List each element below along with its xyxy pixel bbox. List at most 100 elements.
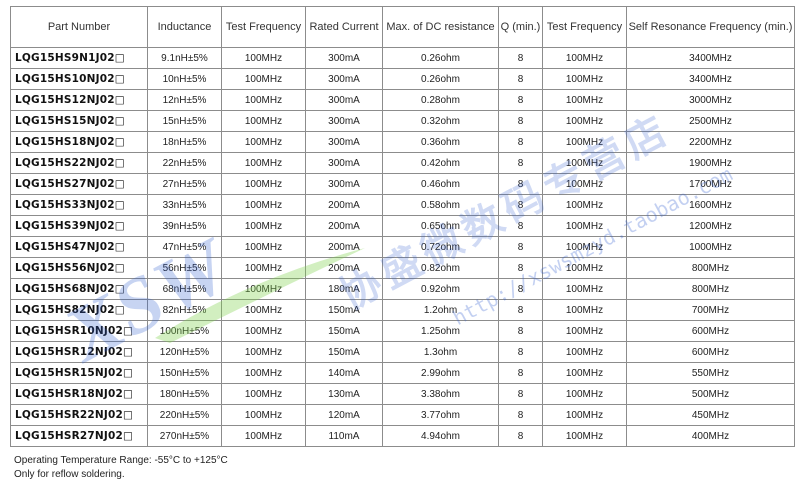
table-cell: 1.25ohm: [382, 320, 499, 342]
part-number-cell: LQG15HS68NJ02□: [10, 278, 148, 300]
part-number-cell: LQG15HS47NJ02□: [10, 236, 148, 258]
table-cell: 100MHz: [542, 425, 627, 447]
table-cell: 100MHz: [542, 236, 627, 258]
table-cell: 270nH±5%: [147, 425, 222, 447]
table-cell: 1200MHz: [626, 215, 795, 237]
table-cell: 0.58ohm: [382, 194, 499, 216]
table-cell: 100MHz: [221, 425, 306, 447]
part-number-cell: LQG15HS22NJ02□: [10, 152, 148, 174]
table-row: LQG15HS22NJ02□ 22nH±5% 100MHz 300mA 0.42ohm 8…: [10, 152, 795, 174]
table-cell: 500MHz: [626, 383, 795, 405]
table-row: LQG15HS15NJ02□ 15nH±5% 100MHz 300mA 0.32ohm 8…: [10, 110, 795, 132]
table-cell: 0.26ohm: [382, 47, 499, 69]
table-cell: 120nH±5%: [147, 341, 222, 363]
table-cell: 100MHz: [221, 215, 306, 237]
part-number-cell: LQG15HS39NJ02□: [10, 215, 148, 237]
part-number-cell: LQG15HS12NJ02□: [10, 89, 148, 111]
note-operating-temperature: Operating Temperature Range: -55°C to +1…: [14, 455, 228, 466]
part-number-cell: LQG15HS10NJ02□: [10, 68, 148, 90]
table-cell: 100MHz: [221, 362, 306, 384]
table-row: LQG15HS18NJ02□ 18nH±5% 100MHz 300mA 0.36ohm 8…: [10, 131, 795, 153]
table-cell: 100MHz: [542, 89, 627, 111]
table-row: LQG15HSR12NJ02□ 120nH±5% 100MHz 150mA 1.3ohm…: [10, 341, 795, 363]
table-cell: 8: [498, 383, 543, 405]
table-cell: 100MHz: [542, 173, 627, 195]
part-number-cell: LQG15HS56NJ02□: [10, 257, 148, 279]
table-cell: 150mA: [305, 320, 383, 342]
table-cell: 100nH±5%: [147, 320, 222, 342]
table-cell: 100MHz: [542, 194, 627, 216]
table-cell: 0.46ohm: [382, 173, 499, 195]
table-cell: 600MHz: [626, 341, 795, 363]
column-header: Rated Current: [305, 6, 383, 48]
table-cell: 180nH±5%: [147, 383, 222, 405]
table-cell: 550MHz: [626, 362, 795, 384]
table-cell: 1.2ohm: [382, 299, 499, 321]
part-number-cell: LQG15HS33NJ02□: [10, 194, 148, 216]
notes: Operating Temperature Range: -55°C to +1…: [14, 454, 228, 482]
part-number-cell: LQG15HS9N1J02□: [10, 47, 148, 69]
part-number-cell: LQG15HS18NJ02□: [10, 131, 148, 153]
table-row: LQG15HSR15NJ02□ 150nH±5% 100MHz 140mA 2.99oh…: [10, 362, 795, 384]
table-cell: 300mA: [305, 68, 383, 90]
column-header: Inductance: [147, 6, 222, 48]
table-row: LQG15HS47NJ02□ 47nH±5% 100MHz 200mA 0.72ohm 8…: [10, 236, 795, 258]
table-cell: 200mA: [305, 215, 383, 237]
table-row: LQG15HS68NJ02□ 68nH±5% 100MHz 180mA 0.92ohm 8…: [10, 278, 795, 300]
part-number-cell: LQG15HSR18NJ02□: [10, 383, 148, 405]
table-cell: 100MHz: [221, 236, 306, 258]
table-cell: 68nH±5%: [147, 278, 222, 300]
table-cell: 100MHz: [221, 152, 306, 174]
table-cell: 2.99ohm: [382, 362, 499, 384]
table-cell: 3400MHz: [626, 68, 795, 90]
table-cell: 82nH±5%: [147, 299, 222, 321]
table-cell: 1.3ohm: [382, 341, 499, 363]
table-cell: 8: [498, 362, 543, 384]
table-cell: 150nH±5%: [147, 362, 222, 384]
table-cell: 39nH±5%: [147, 215, 222, 237]
part-number-cell: LQG15HS15NJ02□: [10, 110, 148, 132]
column-header: Test Frequency: [221, 6, 306, 48]
part-number-cell: LQG15HSR22NJ02□: [10, 404, 148, 426]
table-cell: 100MHz: [221, 89, 306, 111]
table-cell: 8: [498, 131, 543, 153]
table-cell: 100MHz: [221, 131, 306, 153]
table-row: LQG15HS82NJ02□ 82nH±5% 100MHz 150mA 1.2ohm 8 1…: [10, 299, 795, 321]
table-cell: 4.94ohm: [382, 425, 499, 447]
table-cell: 33nH±5%: [147, 194, 222, 216]
table-cell: 700MHz: [626, 299, 795, 321]
table-cell: 100MHz: [221, 194, 306, 216]
table-cell: 120mA: [305, 404, 383, 426]
table-cell: 100MHz: [542, 341, 627, 363]
table-cell: 100MHz: [221, 320, 306, 342]
table-cell: 9.1nH±5%: [147, 47, 222, 69]
table-cell: 56nH±5%: [147, 257, 222, 279]
table-header-row: Part Number Inductance Test Frequency Rated…: [10, 6, 795, 48]
table-cell: 8: [498, 341, 543, 363]
table-cell: 100MHz: [221, 404, 306, 426]
table-row: LQG15HSR27NJ02□ 270nH±5% 100MHz 110mA 4.94oh…: [10, 425, 795, 447]
table-cell: 800MHz: [626, 257, 795, 279]
column-header: Part Number: [10, 6, 148, 48]
table-cell: 300mA: [305, 47, 383, 69]
table-row: LQG15HSR10NJ02□ 100nH±5% 100MHz 150mA 1.25oh…: [10, 320, 795, 342]
table-cell: 100MHz: [542, 47, 627, 69]
table-cell: 100MHz: [542, 383, 627, 405]
table-cell: 12nH±5%: [147, 89, 222, 111]
table-cell: 200mA: [305, 257, 383, 279]
table-cell: 8: [498, 47, 543, 69]
table-cell: 100MHz: [542, 68, 627, 90]
table-cell: 8: [498, 152, 543, 174]
table-cell: 8: [498, 299, 543, 321]
table-cell: 100MHz: [542, 278, 627, 300]
table-cell: 8: [498, 68, 543, 90]
table-cell: 8: [498, 320, 543, 342]
table-cell: 8: [498, 194, 543, 216]
table-cell: 100MHz: [221, 110, 306, 132]
table-row: LQG15HS10NJ02□ 10nH±5% 100MHz 300mA 0.26ohm 8…: [10, 68, 795, 90]
table-cell: 100MHz: [221, 341, 306, 363]
table-cell: 8: [498, 215, 543, 237]
table-cell: 2200MHz: [626, 131, 795, 153]
column-header: Q (min.): [498, 6, 543, 48]
table-cell: 27nH±5%: [147, 173, 222, 195]
